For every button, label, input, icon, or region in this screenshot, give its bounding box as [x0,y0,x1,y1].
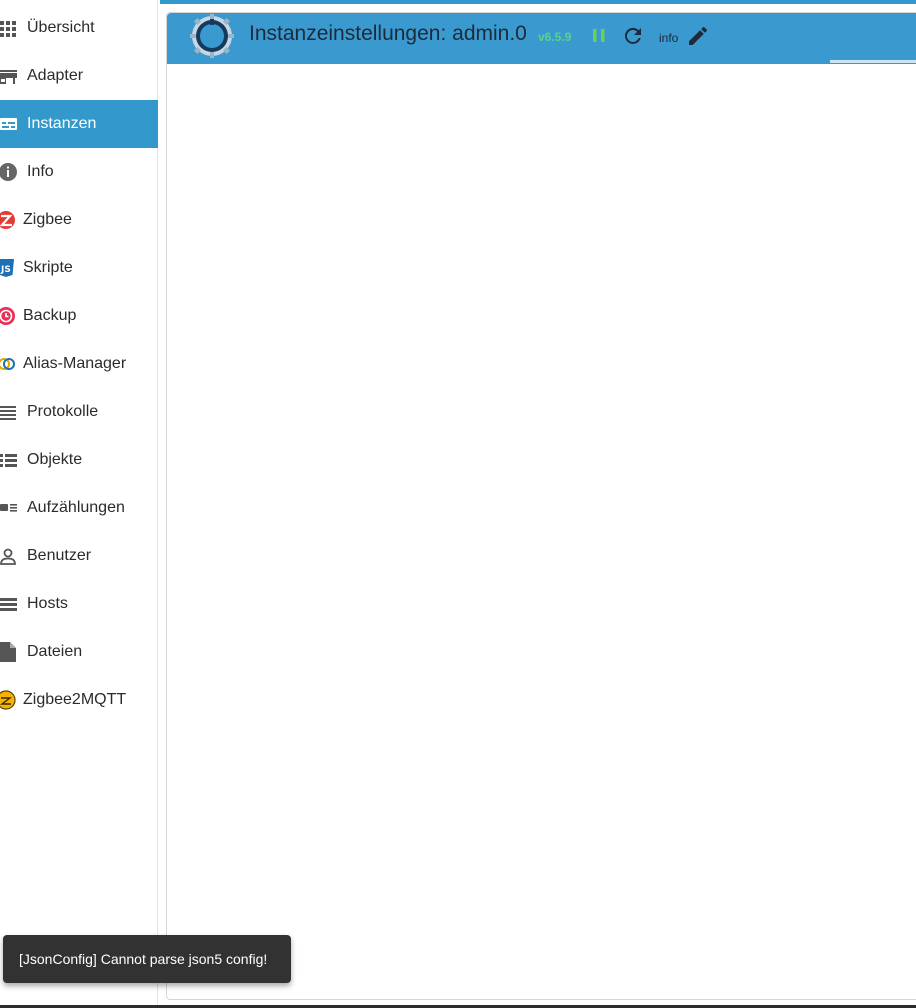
alias-icon [0,358,15,370]
sidebar-item-label: Objekte [27,451,83,468]
sidebar-item-label: Backup [23,307,77,324]
instance-settings-panel [166,12,916,1000]
sidebar-item-objekte[interactable]: Objekte [0,436,158,484]
sidebar-item-uebersicht[interactable]: Übersicht [0,4,158,52]
store-icon [0,70,17,84]
sidebar-item-hosts[interactable]: Hosts [0,580,158,628]
sidebar-item-instanzen[interactable]: Instanzen [0,100,158,148]
backup-clock-icon [0,307,15,325]
sidebar-item-label: Instanzen [27,115,97,132]
sidebar-item-zigbee[interactable]: Zigbee [0,196,158,244]
sidebar: Übersicht Adapter Instanzen Info Zigbee … [0,0,158,1008]
zigbee2mqtt-icon [0,690,16,710]
reload-icon[interactable] [621,24,645,48]
sidebar-item-label: Adapter [27,67,84,84]
sidebar-item-label: Zigbee2MQTT [23,691,127,708]
error-snackbar: [JsonConfig] Cannot parse json5 config! [3,935,291,983]
svg-text:JS: JS [0,265,11,275]
file-icon [0,642,16,662]
sidebar-item-zigbee2mqtt[interactable]: Zigbee2MQTT [0,676,158,724]
javascript-icon: JS [0,259,14,277]
sidebar-item-benutzer[interactable]: Benutzer [0,532,158,580]
instances-icon [0,118,17,130]
sidebar-item-protokolle[interactable]: Protokolle [0,388,158,436]
sidebar-item-label: Hosts [27,595,68,612]
sidebar-item-aufzaehlungen[interactable]: Aufzählungen [0,484,158,532]
list-icon [0,454,17,467]
log-lines-icon [0,406,16,420]
user-icon [0,548,16,565]
sidebar-item-label: Zigbee [23,211,72,228]
pencil-icon[interactable] [686,24,710,48]
info-icon [0,163,17,181]
sidebar-item-label: Dateien [27,643,83,660]
sidebar-item-label: Benutzer [27,547,92,564]
info-link[interactable]: info [659,31,678,45]
enum-list-icon [0,504,17,512]
sidebar-item-backup[interactable]: Backup [0,292,158,340]
sidebar-item-label: Aufzählungen [27,499,125,516]
admin-gear-logo-icon [190,14,234,58]
header-progress-strip [830,60,916,63]
sidebar-item-label: Protokolle [27,403,99,420]
hosts-icon [0,598,17,611]
zigbee-icon [0,211,15,229]
top-accent-bar [160,0,916,4]
sidebar-item-info[interactable]: Info [0,148,158,196]
sidebar-item-label: Übersicht [27,19,95,36]
sidebar-item-alias-manager[interactable]: Alias-Manager [0,340,158,388]
sidebar-item-label: Skripte [23,259,73,276]
sidebar-item-dateien[interactable]: Dateien [0,628,158,676]
pause-icon[interactable] [587,24,611,48]
snackbar-message: [JsonConfig] Cannot parse json5 config! [19,951,268,967]
sidebar-item-label: Info [27,163,54,180]
grid-icon [0,21,16,37]
page-title: Instanzeinstellungen: admin.0 [249,22,527,45]
sidebar-item-skripte[interactable]: JS Skripte [0,244,158,292]
version-badge: v6.5.9 [538,30,572,44]
sidebar-item-label: Alias-Manager [23,355,127,372]
sidebar-item-adapter[interactable]: Adapter [0,52,158,100]
